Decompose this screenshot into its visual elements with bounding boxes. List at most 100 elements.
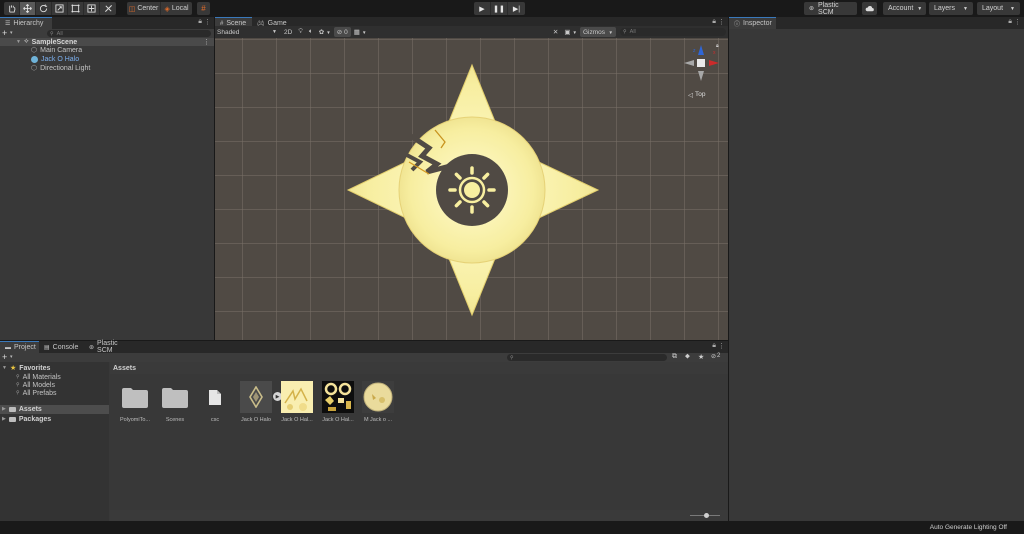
more-options-icon[interactable]: ⋮ [1014,18,1021,26]
chevron-down-icon[interactable]: ▼ [16,39,21,45]
play-controls: ▶ ❚❚ ▶| [474,2,525,15]
tab-hierarchy[interactable]: ☰ Hierarchy [0,17,52,29]
chevron-down-icon: ▼ [917,5,923,12]
tab-inspector[interactable]: ⓘ Inspector [729,17,776,29]
lighting-toggle[interactable]: 💡︎ [295,27,306,37]
scene-viewport[interactable]: 🔒︎ x z ◁ Top [215,38,728,340]
2d-mode-toggle[interactable]: 2D [281,27,295,37]
layout-label: Layout [982,5,1004,12]
pause-button[interactable]: ❚❚ [491,2,508,15]
layers-dropdown[interactable]: Layers ▼ [929,2,973,15]
view-label[interactable]: ◁ Top [688,91,705,99]
scene-name: SampleScene [31,38,78,46]
audio-toggle[interactable]: 🔈︎ [306,27,316,37]
more-options-icon[interactable]: ⋮ [204,18,211,26]
asset-prefab-jack-o-halo[interactable]: ▶ Jack O Halo [237,381,282,423]
asset-folder-scenes[interactable]: Scenes [156,381,194,423]
hand-icon [9,5,16,13]
axis-gizmo-icon: x z [684,45,719,81]
rotate-icon [39,4,48,13]
orientation-gizmo[interactable]: 🔒︎ x z ◁ Top [682,43,722,99]
favorite-all-prefabs[interactable]: ⚲ All Prefabs [16,389,57,397]
more-options-icon[interactable]: ⋮ [203,38,210,46]
lighting-status-text[interactable]: Auto Generate Lighting Off [930,524,1007,531]
asset-texture-jack-o-halo[interactable]: Jack O Hal... [278,381,316,423]
chevron-down-icon: ▼ [326,29,331,35]
camera-settings-dropdown[interactable]: ▣ ▼ [561,27,580,37]
tab-plastic-scm[interactable]: ⊛ Plastic SCM [84,340,138,354]
asset-file-csc[interactable]: csc [196,381,234,423]
inspector-panel [729,29,1024,521]
tools-menu[interactable]: ✕ [550,27,561,37]
more-options-icon[interactable]: ⋮ [718,18,725,26]
plastic-scm-button[interactable]: ⊛ Plastic SCM [804,2,857,16]
prefab-preview-icon [249,386,263,408]
pivot-center-button[interactable]: ◫ Center [127,2,161,15]
cloud-button[interactable] [862,2,877,15]
chevron-down-icon[interactable]: ▾ [10,30,13,36]
rect-tool-button[interactable] [68,2,84,15]
shading-mode-dropdown[interactable]: Shaded ▼ [215,27,279,37]
hand-tool-button[interactable] [4,2,20,15]
lock-icon[interactable]: 🔒︎ [198,18,202,26]
hierarchy-header: + ▾ ⚲ All [0,28,214,38]
asset-folder-polyomito[interactable]: PolyomiTo... [116,381,154,423]
add-icon[interactable]: + [2,352,7,362]
step-button[interactable]: ▶| [508,2,525,15]
chevron-down-icon: ▼ [572,29,577,35]
add-icon[interactable]: + [2,28,7,38]
step-icon: ▶| [512,5,521,13]
chevron-right-icon[interactable]: ▶ [2,406,6,412]
favorite-all-materials[interactable]: ⚲ All Materials [16,373,61,381]
breadcrumb-assets[interactable]: Assets [113,365,136,372]
rotate-tool-button[interactable] [36,2,52,15]
asset-texture-jack-o-halo-2[interactable]: Jack O Hal... [319,381,357,423]
hierarchy-search-input[interactable]: ⚲ All [47,30,211,37]
texture-thumbnail [322,381,354,413]
lock-icon[interactable]: 🔒︎ [1008,18,1012,26]
favorites-node[interactable]: ▼ ★ Favorites [2,364,50,373]
gizmos-dropdown[interactable]: Gizmos ▼ [580,27,616,37]
move-icon [23,4,32,13]
assets-label: Assets [18,405,42,413]
packages-node[interactable]: ▶ Packages [2,415,51,423]
chevron-down-icon[interactable]: ▾ [10,354,13,360]
chevron-right-icon[interactable]: ▶ [2,416,6,422]
jack-o-halo-sprite[interactable] [215,38,728,340]
scale-tool-button[interactable] [52,2,68,15]
tab-console[interactable]: ▤ Console [39,341,84,353]
scene-search-input[interactable]: ⚲ All [620,28,726,36]
hidden-packages-toggle[interactable]: ⊘ 2 [711,353,720,360]
chevron-down-icon[interactable]: ▼ [2,365,7,371]
project-toolbar: + ▾ ⚲ ⧉ ⬥ ★ ⊘ 2 [0,352,728,362]
project-search-input[interactable]: ⚲ [507,354,667,361]
account-dropdown[interactable]: Account ▼ [883,2,926,15]
transform-tool-button[interactable] [84,2,100,15]
hierarchy-item-main-camera[interactable]: ⬡ Main Camera [31,46,82,55]
scene-camera-dropdown[interactable]: ▦ ▼ [351,27,370,37]
effects-dropdown[interactable]: ✿ ▼ [316,27,334,37]
scene-row[interactable]: ▼ ⟡ SampleScene ⋮ [0,38,214,46]
hierarchy-item-directional-light[interactable]: ⬡ Directional Light [31,64,90,73]
favorite-all-models[interactable]: ⚲ All Models [16,381,55,389]
hierarchy-item-jack-o-halo[interactable]: Jack O Halo [31,55,79,63]
tag-icon[interactable]: ⬥ [685,353,690,361]
lightbulb-icon: 💡︎ [298,28,303,35]
space-local-button[interactable]: ◈ Local [161,2,192,15]
layout-dropdown[interactable]: Layout ▼ [977,2,1020,15]
play-button[interactable]: ▶ [474,2,491,15]
grid-snap-button[interactable]: # [197,2,210,15]
asset-material-jack-o[interactable]: M Jack o ... [359,381,397,423]
asset-label: Jack O Hal... [281,417,313,423]
scene-visibility-toggle[interactable]: ⊘ 0 [333,27,351,37]
move-tool-button[interactable] [20,2,36,15]
lock-icon[interactable]: 🔒︎ [712,342,716,350]
filter-type-icon[interactable]: ⧉ [672,353,677,361]
slider-handle[interactable] [704,513,709,518]
asset-label: M Jack o ... [363,417,393,423]
assets-node[interactable]: ▶ Assets [0,405,109,414]
more-options-icon[interactable]: ⋮ [718,342,725,350]
lock-icon[interactable]: 🔒︎ [712,18,716,26]
custom-tool-button[interactable] [100,2,116,15]
favorite-star-icon[interactable]: ★ [698,353,704,361]
